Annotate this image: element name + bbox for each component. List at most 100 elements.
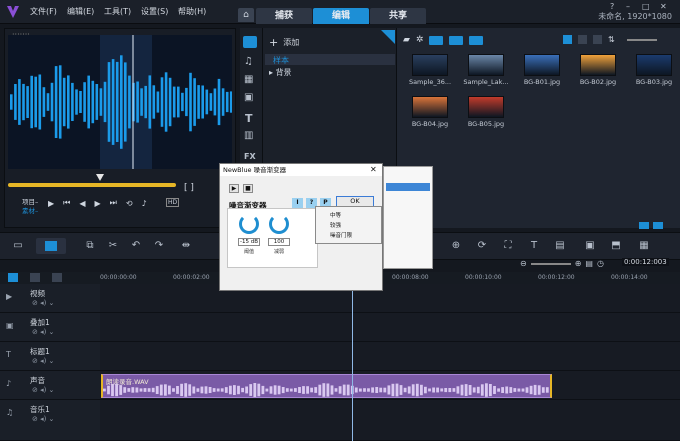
zoom-slider[interactable] — [530, 262, 571, 265]
menu-settings[interactable]: 设置(S) — [141, 6, 168, 17]
timeline-view-button[interactable] — [36, 238, 66, 254]
volume-icon[interactable]: ♪ — [142, 199, 147, 208]
grid-view-icon[interactable] — [578, 35, 587, 44]
fit-icon[interactable]: ⇹ — [180, 240, 192, 252]
preset-item-noise-gate[interactable]: 噪音门限 — [316, 231, 381, 241]
maximize-button[interactable]: □ — [642, 2, 650, 11]
audio-clip[interactable]: 朗读录音.WAV — [101, 374, 552, 398]
music-note-icon[interactable]: ♫ — [244, 56, 253, 67]
rotate-icon[interactable]: ⟳ — [476, 240, 488, 252]
undo-icon[interactable]: ↶ — [130, 240, 142, 252]
fit-timeline-icon[interactable]: ▤ — [585, 259, 593, 268]
menu-tools[interactable]: 工具(T) — [104, 6, 131, 17]
media-thumbnail[interactable]: BG-B04.jpg — [403, 96, 457, 128]
hd-badge[interactable]: HD — [166, 198, 180, 207]
stop-button[interactable]: ■ — [243, 184, 253, 193]
threshold-value[interactable]: -15 dB — [238, 238, 260, 246]
play-button[interactable]: ▶ — [229, 184, 239, 193]
repeat-icon[interactable]: ⟲ — [126, 199, 133, 208]
prev-frame-icon[interactable]: ◀ — [79, 199, 85, 208]
add-track-icon[interactable] — [52, 273, 62, 282]
title-icon[interactable]: T — [528, 240, 540, 252]
media-thumbnail[interactable]: BG-B02.jpg — [571, 54, 625, 86]
tab-capture[interactable]: 捕获 — [256, 8, 312, 24]
clock-icon[interactable]: ◷ — [597, 259, 604, 268]
sound-mixer-icon[interactable]: ⊕ — [450, 240, 462, 252]
reduction-knob-icon[interactable] — [269, 214, 289, 234]
cut-icon[interactable]: ✂ — [107, 240, 119, 252]
settings-icon[interactable]: ✲ — [416, 35, 424, 45]
title-icon[interactable]: T — [245, 112, 253, 125]
thumbnail-size-slider[interactable] — [626, 38, 657, 41]
tab-edit[interactable]: 编辑 — [313, 8, 369, 24]
waveform-bar — [111, 59, 115, 145]
video-filter-icon[interactable] — [429, 35, 444, 45]
play-icon[interactable]: ▶ — [48, 199, 54, 208]
list-item[interactable]: ▸ 背景 — [269, 67, 292, 78]
copy-icon[interactable]: ⧉ — [84, 240, 96, 252]
threshold-knob-icon[interactable] — [239, 214, 259, 234]
track-controls[interactable]: ⊘ ◂) ⌄ — [32, 328, 54, 336]
info-button[interactable]: I — [292, 198, 303, 208]
trim-bracket-icon[interactable]: [ ] — [184, 183, 194, 193]
library-corner-icon[interactable] — [653, 222, 663, 229]
waveform-bar — [148, 75, 152, 129]
home-icon[interactable]: ⌂ — [238, 8, 254, 22]
zoom-in-icon[interactable]: ⊕ — [575, 259, 582, 268]
scrub-bar[interactable] — [8, 183, 176, 187]
media-thumbnail[interactable]: BG-B05.jpg — [459, 96, 513, 128]
preset-item-medium[interactable]: 中等 — [316, 211, 381, 221]
mode-clip[interactable]: 素材– — [22, 205, 38, 215]
scrub-handle-icon[interactable] — [96, 174, 104, 182]
filter-icon[interactable]: ▥ — [244, 130, 253, 141]
track-controls[interactable]: ⊘ ◂) ⌄ — [32, 299, 54, 307]
playhead[interactable] — [352, 272, 353, 441]
ripple-icon[interactable] — [30, 273, 40, 282]
list-view-icon[interactable] — [563, 35, 572, 44]
dialog-close-button[interactable]: ✕ — [370, 165, 377, 174]
library-corner-icon[interactable] — [639, 222, 649, 229]
media-thumbnail[interactable]: Sample_Lak... — [459, 54, 513, 86]
media-icon[interactable] — [243, 36, 257, 48]
render-icon[interactable]: ▦ — [638, 240, 650, 252]
all-tracks-icon[interactable] — [8, 273, 18, 282]
minimize-button[interactable]: – — [626, 2, 630, 11]
track-controls[interactable]: ⊘ ◂) ⌄ — [32, 357, 54, 365]
sort-icon[interactable]: ⇅ — [608, 35, 615, 44]
crop-icon[interactable]: ⛶ — [502, 240, 514, 252]
menu-file[interactable]: 文件(F) — [30, 6, 57, 17]
list-item[interactable]: 样本 — [273, 55, 289, 66]
image-filter-icon[interactable] — [449, 35, 464, 45]
detail-view-icon[interactable] — [593, 35, 602, 44]
track-controls[interactable]: ⊘ ◂) ⌄ — [32, 415, 54, 423]
menu-help[interactable]: 帮助(H) — [178, 6, 206, 17]
media-thumbnail[interactable]: BG-B03.jpg — [627, 54, 680, 86]
fx-icon[interactable]: FX — [244, 152, 256, 161]
transition-icon[interactable]: ▦ — [244, 74, 253, 85]
go-start-icon[interactable]: ⏮ — [63, 198, 70, 208]
menu-edit[interactable]: 编辑(E) — [67, 6, 94, 17]
track-controls[interactable]: ⊘ ◂) ⌄ — [32, 386, 54, 394]
media-thumbnail[interactable]: Sample_36... — [403, 54, 457, 86]
clip-waveform-bar — [424, 386, 427, 394]
storyboard-view-icon[interactable]: ▭ — [12, 240, 24, 252]
timecode-display[interactable]: 0:00:12:003 — [622, 258, 669, 266]
close-button[interactable]: ✕ — [660, 2, 667, 11]
track-manager-icon[interactable]: ▣ — [584, 240, 596, 252]
help-icon[interactable]: ? — [610, 2, 614, 11]
graphics-icon[interactable]: ▣ — [244, 92, 253, 103]
media-thumbnail[interactable]: BG-B01.jpg — [515, 54, 569, 86]
reduction-value[interactable]: 100 — [268, 238, 290, 246]
zoom-out-icon[interactable]: ⊖ — [520, 259, 527, 268]
add-folder-button[interactable]: + 添加 — [269, 36, 299, 49]
redo-icon[interactable]: ↷ — [153, 240, 165, 252]
folder-icon[interactable]: ▰ — [403, 35, 410, 45]
tab-share[interactable]: 共享 — [370, 8, 426, 24]
export-icon[interactable]: ⬒ — [610, 240, 622, 252]
audio-filter-icon[interactable] — [469, 35, 484, 45]
subtitle-icon[interactable]: ▤ — [554, 240, 566, 252]
preset-item-strong[interactable]: 较强 — [316, 221, 381, 231]
zoom-controls: ⊖ ⊕ ▤ ◷ — [520, 259, 604, 268]
go-end-icon[interactable]: ⏭ — [110, 198, 117, 208]
next-frame-icon[interactable]: ▶ — [95, 199, 101, 208]
